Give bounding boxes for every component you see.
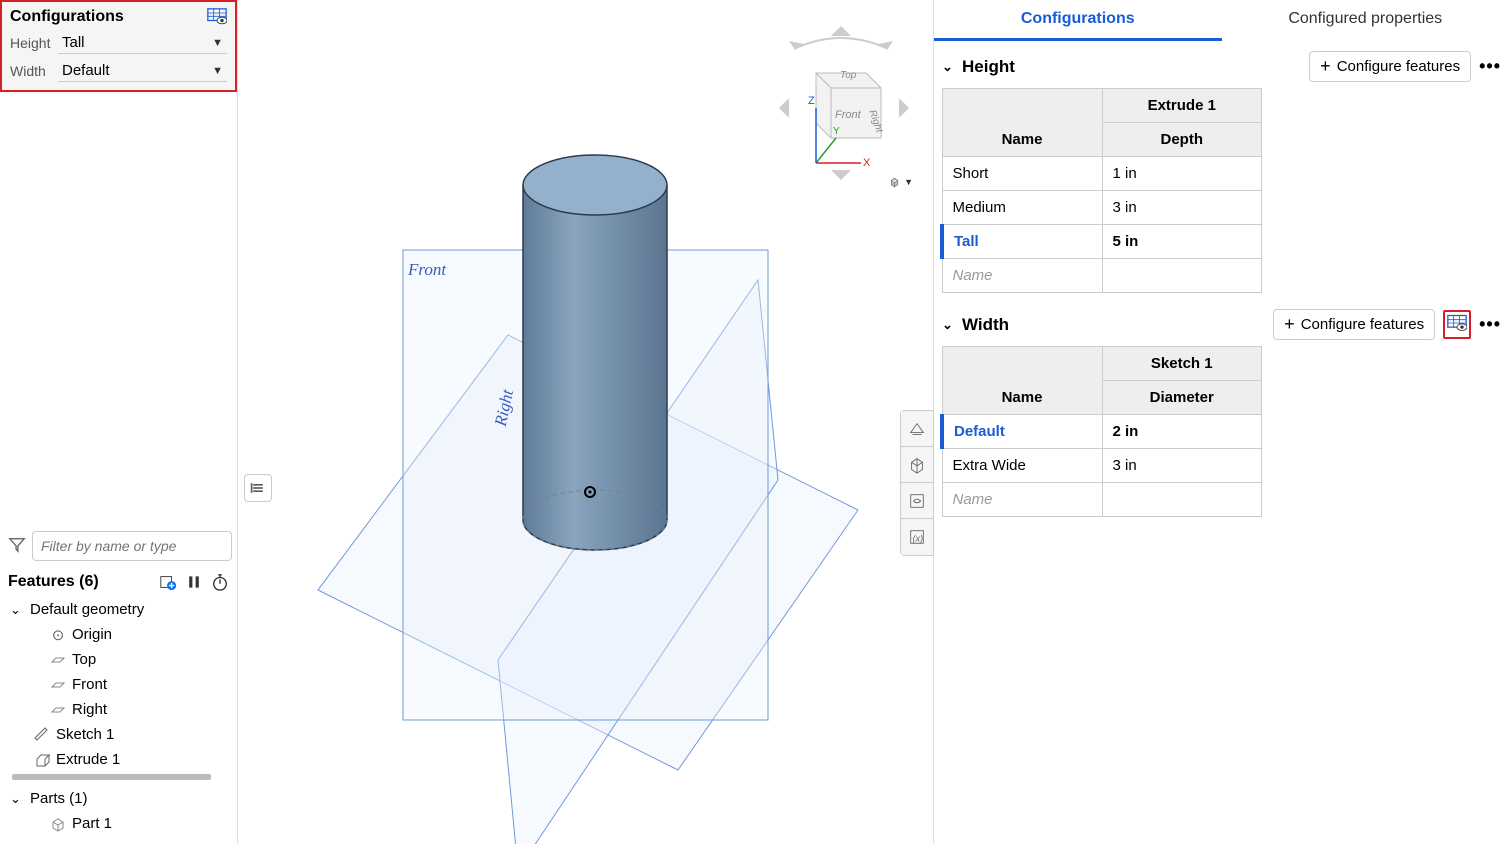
plus-icon: +: [1320, 56, 1331, 77]
configure-features-button[interactable]: + Configure features: [1273, 309, 1435, 340]
filter-input[interactable]: [32, 531, 232, 561]
svg-text:Z: Z: [808, 95, 815, 107]
table-row[interactable]: Short1 in: [942, 157, 1262, 191]
chevron-down-icon: ▼: [212, 65, 223, 77]
col-name: Name: [942, 89, 1102, 157]
configurations-title: Configurations: [10, 8, 124, 26]
table-row[interactable]: Extra Wide3 in: [942, 449, 1262, 483]
3d-viewport[interactable]: Front Right Top Front Right X Y Z: [238, 0, 933, 844]
plane-icon: [50, 652, 66, 668]
toolbar-btn-3[interactable]: [901, 483, 933, 519]
config-section-width: ⌄ Width + Configure features ••• Name Sk…: [934, 303, 1509, 523]
config-height-label: Height: [10, 35, 58, 51]
sketch-icon: [34, 727, 50, 743]
svg-text:Y: Y: [833, 126, 840, 137]
config-width-label: Width: [10, 63, 58, 79]
viewport-side-toolbar: (x): [900, 410, 934, 556]
config-section-height: ⌄ Height + Configure features ••• Name E…: [934, 45, 1509, 299]
parts-group[interactable]: ⌄ Parts (1): [6, 786, 231, 811]
configure-features-button[interactable]: + Configure features: [1309, 51, 1471, 82]
col-depth: Depth: [1102, 123, 1262, 157]
tree-item-top[interactable]: Top: [6, 647, 231, 672]
configuration-table-visibility-icon[interactable]: [207, 8, 227, 26]
table-row-new[interactable]: Name: [942, 259, 1262, 293]
plane-label-front: Front: [408, 260, 446, 280]
plane-icon: [50, 702, 66, 718]
col-feature: Extrude 1: [1102, 89, 1262, 123]
svg-text:(x): (x): [913, 534, 924, 544]
col-diameter: Diameter: [1102, 381, 1262, 415]
table-row-new[interactable]: Name: [942, 483, 1262, 517]
stopwatch-icon[interactable]: [211, 573, 229, 591]
configuration-table-visibility-icon-highlighted[interactable]: [1443, 310, 1471, 339]
list-toggle-button[interactable]: [244, 474, 272, 502]
chevron-down-icon[interactable]: ⌄: [942, 317, 956, 333]
origin-icon: ⊙: [50, 627, 66, 643]
tree-item-origin[interactable]: ⊙ Origin: [6, 622, 231, 647]
tree-item-front[interactable]: Front: [6, 672, 231, 697]
tree-item-right[interactable]: Right: [6, 697, 231, 722]
col-name: Name: [942, 347, 1102, 415]
display-mode-button[interactable]: ▼: [889, 170, 913, 194]
table-row[interactable]: Medium3 in: [942, 191, 1262, 225]
more-icon[interactable]: •••: [1479, 56, 1501, 77]
svg-text:Front: Front: [835, 109, 862, 121]
svg-text:X: X: [863, 157, 871, 169]
table-row[interactable]: Tall5 in: [942, 225, 1262, 259]
chevron-down-icon: ⌄: [10, 602, 24, 618]
col-feature: Sketch 1: [1102, 347, 1262, 381]
part-icon: [50, 816, 66, 832]
extrude-icon: [34, 752, 50, 768]
features-title: Features (6): [8, 573, 99, 591]
tree-item-extrude1[interactable]: Extrude 1: [6, 747, 231, 772]
config-width-dropdown[interactable]: Default ▼: [58, 60, 227, 82]
chevron-down-icon: ▼: [212, 37, 223, 49]
config-height-dropdown[interactable]: Tall ▼: [58, 32, 227, 54]
chevron-down-icon[interactable]: ⌄: [942, 59, 956, 75]
more-icon[interactable]: •••: [1479, 314, 1501, 335]
tree-item-sketch1[interactable]: Sketch 1: [6, 722, 231, 747]
pause-icon[interactable]: [185, 573, 203, 591]
tab-configurations[interactable]: Configurations: [934, 0, 1222, 41]
filter-icon[interactable]: [8, 536, 26, 557]
default-geometry-group[interactable]: ⌄ Default geometry: [6, 597, 231, 622]
svg-text:Top: Top: [840, 70, 857, 81]
table-row[interactable]: Default2 in: [942, 415, 1262, 449]
configurations-panel: Configurations Height Tall ▼ Width Defau…: [0, 0, 237, 92]
width-config-table: Name Sketch 1 Diameter Default2 in Extra…: [940, 346, 1262, 517]
chevron-down-icon: ⌄: [10, 791, 24, 807]
add-feature-icon[interactable]: [159, 573, 177, 591]
tab-configured-properties[interactable]: Configured properties: [1222, 0, 1509, 41]
toolbar-btn-2[interactable]: [901, 447, 933, 483]
plus-icon: +: [1284, 314, 1295, 335]
toolbar-btn-1[interactable]: [901, 411, 933, 447]
scrollbar[interactable]: [12, 774, 211, 780]
height-config-table: Name Extrude 1 Depth Short1 in Medium3 i…: [940, 88, 1262, 293]
tree-item-part1[interactable]: Part 1: [6, 811, 231, 836]
toolbar-btn-4[interactable]: (x): [901, 519, 933, 555]
view-cube[interactable]: Top Front Right X Y Z: [761, 8, 921, 188]
plane-icon: [50, 677, 66, 693]
